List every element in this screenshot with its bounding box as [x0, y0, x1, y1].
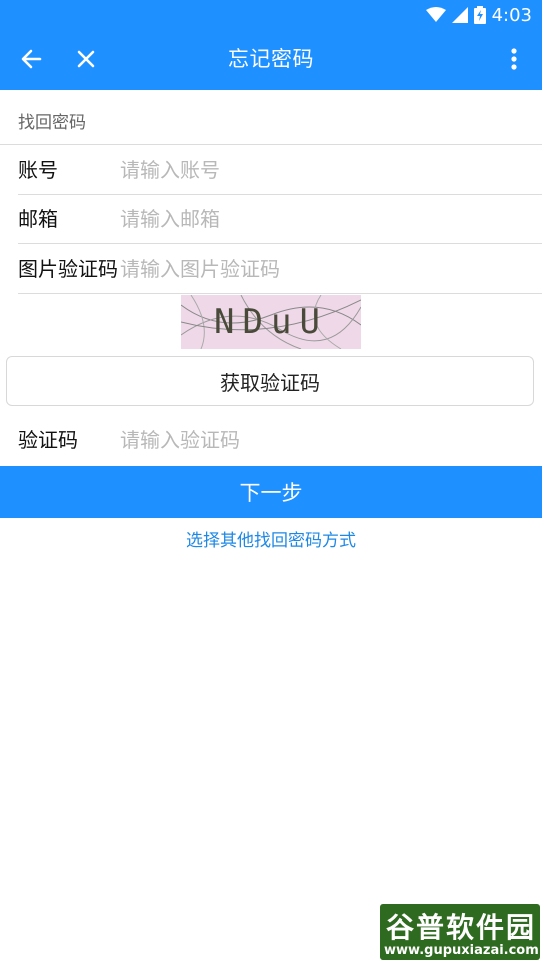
email-label: 邮箱	[18, 207, 58, 231]
page-title: 忘记密码	[228, 47, 314, 71]
other-method-link[interactable]: 选择其他找回密码方式	[0, 526, 542, 551]
captcha-image[interactable]: NDuU	[181, 295, 361, 349]
divider	[18, 243, 542, 244]
account-label: 账号	[18, 158, 58, 182]
account-input[interactable]	[120, 155, 520, 185]
email-input[interactable]	[120, 204, 520, 234]
code-input[interactable]	[120, 425, 520, 455]
code-row: 验证码	[18, 416, 542, 464]
more-vert-icon[interactable]	[500, 45, 528, 73]
battery-icon	[473, 6, 486, 24]
wifi-icon	[425, 7, 446, 23]
divider	[0, 144, 542, 145]
image-captcha-input[interactable]	[120, 254, 520, 284]
toolbar: 忘记密码	[0, 30, 542, 88]
image-captcha-label: 图片验证码	[18, 257, 118, 281]
account-row: 账号	[18, 146, 542, 194]
image-captcha-row: 图片验证码	[18, 245, 542, 293]
captcha-text: NDuU	[214, 302, 328, 342]
watermark-url: www.gupuxiazai.com	[384, 943, 539, 958]
signal-icon	[451, 7, 468, 23]
section-title: 找回密码	[18, 113, 86, 133]
watermark-title: 谷普软件园	[386, 911, 537, 944]
get-code-button[interactable]: 获取验证码	[6, 356, 534, 406]
code-label: 验证码	[18, 428, 78, 452]
email-row: 邮箱	[18, 195, 542, 243]
status-time: 4:03	[491, 4, 532, 26]
watermark-logo: 谷普软件园 www.gupuxiazai.com	[380, 904, 540, 960]
divider	[18, 293, 542, 294]
app-bar: 4:03 忘记密码	[0, 0, 542, 90]
next-button[interactable]: 下一步	[0, 466, 542, 518]
status-bar: 4:03	[425, 4, 532, 26]
